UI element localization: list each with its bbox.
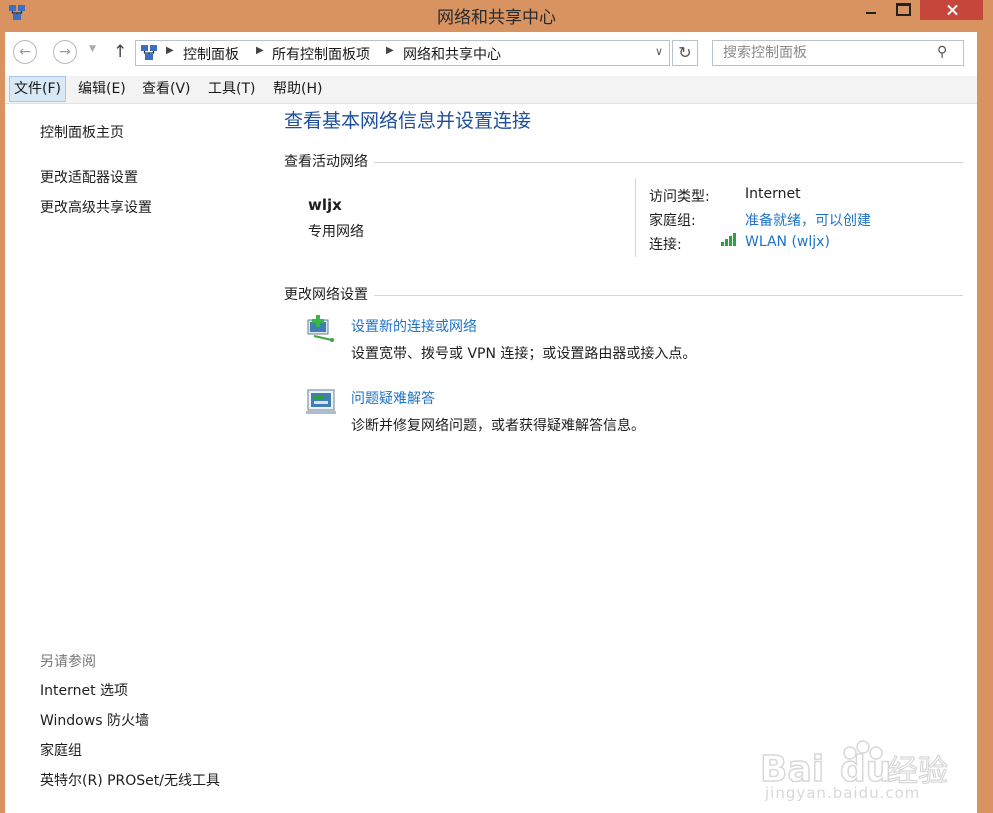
breadcrumb-control-panel[interactable]: 控制面板 bbox=[183, 44, 239, 64]
navigation-bar: ← → ▼ ↑ ▶ 控制面板 ▶ 所有控制面板项 ▶ 网络和共享中心 ∨ ↻ ⚲ bbox=[5, 32, 977, 74]
homegroup-label: 家庭组: bbox=[649, 213, 696, 229]
window-title: 网络和共享中心 bbox=[437, 8, 556, 28]
homegroup-link[interactable]: 准备就绪，可以创建 bbox=[745, 210, 871, 230]
active-networks-header: 查看活动网络 bbox=[284, 151, 374, 171]
window-body: ← → ▼ ↑ ▶ 控制面板 ▶ 所有控制面板项 ▶ 网络和共享中心 ∨ ↻ ⚲… bbox=[5, 32, 977, 813]
breadcrumb-separator-icon[interactable]: ▶ bbox=[386, 45, 394, 56]
title-bar: 网络和共享中心 bbox=[0, 0, 993, 32]
menu-bar: 文件(F) 编辑(E) 查看(V) 工具(T) 帮助(H) bbox=[5, 76, 977, 104]
breadcrumb-network-center[interactable]: 网络和共享中心 bbox=[403, 44, 501, 64]
section-divider bbox=[284, 295, 963, 296]
breadcrumb-separator-icon[interactable]: ▶ bbox=[256, 45, 264, 56]
wifi-signal-icon bbox=[721, 233, 736, 246]
network-center-icon bbox=[141, 45, 157, 60]
access-type-value: Internet bbox=[745, 186, 801, 202]
up-arrow-icon[interactable]: ↑ bbox=[113, 42, 127, 62]
section-divider bbox=[284, 162, 963, 163]
see-also-windows-firewall[interactable]: Windows 防火墙 bbox=[40, 710, 149, 730]
network-type: 专用网络 bbox=[308, 224, 364, 240]
setup-new-connection-description: 设置宽带、拨号或 VPN 连接；或设置路由器或接入点。 bbox=[351, 346, 697, 362]
sidebar-change-adapter-settings[interactable]: 更改适配器设置 bbox=[40, 167, 138, 187]
troubleshoot-link[interactable]: 问题疑难解答 bbox=[351, 388, 435, 408]
watermark-text: jingyan.baidu.com bbox=[765, 784, 921, 802]
breadcrumb-all-items[interactable]: 所有控制面板项 bbox=[272, 44, 370, 64]
menu-file[interactable]: 文件(F) bbox=[9, 76, 66, 102]
minimize-button[interactable] bbox=[856, 0, 886, 20]
see-also-heading: 另请参阅 bbox=[40, 654, 96, 670]
troubleshoot-description: 诊断并修复网络问题，或者获得疑难解答信息。 bbox=[351, 418, 645, 434]
sidebar-control-panel-home[interactable]: 控制面板主页 bbox=[40, 122, 124, 142]
new-connection-icon bbox=[307, 315, 334, 342]
page-title: 查看基本网络信息并设置连接 bbox=[284, 110, 532, 132]
access-type-label: 访问类型: bbox=[649, 189, 710, 205]
back-arrow-icon[interactable]: ← bbox=[13, 40, 37, 64]
see-also-internet-options[interactable]: Internet 选项 bbox=[40, 680, 128, 700]
address-bar[interactable]: ▶ 控制面板 ▶ 所有控制面板项 ▶ 网络和共享中心 ∨ bbox=[135, 40, 670, 66]
connection-link[interactable]: WLAN (wljx) bbox=[745, 234, 830, 250]
menu-help[interactable]: 帮助(H) bbox=[269, 76, 326, 102]
menu-view[interactable]: 查看(V) bbox=[138, 76, 195, 102]
refresh-icon[interactable]: ↻ bbox=[672, 40, 698, 66]
menu-edit[interactable]: 编辑(E) bbox=[74, 76, 130, 102]
breadcrumb-separator-icon[interactable]: ▶ bbox=[166, 45, 174, 56]
setup-new-connection-link[interactable]: 设置新的连接或网络 bbox=[351, 316, 477, 336]
search-input[interactable] bbox=[712, 40, 964, 66]
network-info-divider bbox=[635, 178, 636, 257]
see-also-intel-proset[interactable]: 英特尔(R) PROSet/无线工具 bbox=[40, 770, 220, 790]
close-button[interactable] bbox=[920, 0, 983, 20]
menu-tools[interactable]: 工具(T) bbox=[204, 76, 259, 102]
forward-arrow-icon[interactable]: → bbox=[53, 40, 77, 64]
search-icon[interactable]: ⚲ bbox=[937, 44, 947, 60]
address-dropdown-chevron-icon[interactable]: ∨ bbox=[655, 45, 663, 58]
change-settings-header: 更改网络设置 bbox=[284, 284, 374, 304]
see-also-homegroup[interactable]: 家庭组 bbox=[40, 740, 82, 760]
recent-locations-chevron-icon[interactable]: ▼ bbox=[89, 44, 96, 54]
connection-label: 连接: bbox=[649, 237, 682, 253]
sidebar-change-advanced-sharing[interactable]: 更改高级共享设置 bbox=[40, 197, 152, 217]
troubleshoot-icon bbox=[306, 389, 336, 414]
maximize-button[interactable] bbox=[888, 0, 918, 20]
network-name: wljx bbox=[308, 196, 342, 214]
